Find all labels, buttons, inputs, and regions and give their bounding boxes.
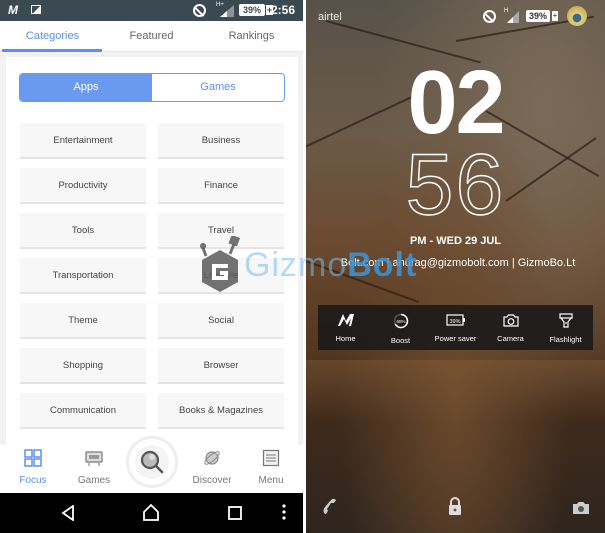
image-icon [31, 5, 41, 14]
battery-saver-icon: 39% [445, 314, 465, 326]
do-not-disturb-icon [193, 4, 206, 17]
nav-focus-label: Focus [19, 475, 47, 486]
wallpaper-water-reflection [306, 360, 605, 420]
phone-icon[interactable] [322, 498, 338, 516]
nav-games-label: Games [77, 475, 111, 486]
lock-icon[interactable] [447, 496, 463, 516]
active-tab-indicator [2, 49, 102, 52]
lock-screen: airtel H 39% + 02 56 PM - WED 29 JUL Bol… [306, 0, 605, 533]
signal-icon [220, 5, 234, 17]
clock-date: PM - WED 29 JUL [409, 235, 502, 247]
tab-featured[interactable]: Featured [101, 30, 202, 42]
user-avatar[interactable] [567, 6, 587, 26]
quick-action-home[interactable]: Home [318, 313, 373, 343]
camera-shortcut-icon[interactable] [572, 501, 590, 515]
nav-focus[interactable]: Focus [3, 449, 63, 486]
quick-action-flashlight[interactable]: Flashlight [538, 313, 593, 344]
app-m-icon: M [8, 3, 18, 17]
category-productivity[interactable]: Productivity [20, 168, 146, 204]
nav-discover-label: Discover [192, 475, 232, 486]
quick-action-boost-label: Boost [390, 336, 411, 345]
search-icon [140, 450, 164, 474]
category-theme[interactable]: Theme [20, 303, 146, 339]
screenshot-composite: M H+ 39% + 2:56 Categories Featured Rank… [0, 0, 605, 533]
quick-action-power-saver[interactable]: 39% Power saver [428, 313, 483, 343]
lock-status-bar: H 39% + [481, 6, 601, 26]
gamepad-icon [85, 451, 103, 466]
quick-action-home-label: Home [335, 334, 356, 343]
home-icon[interactable] [143, 504, 159, 521]
power-saver-value: 39% [449, 319, 460, 325]
signal-icon [507, 11, 519, 23]
do-not-disturb-icon [483, 10, 496, 23]
back-icon[interactable] [61, 505, 75, 521]
top-tabs: Categories Featured Rankings [0, 21, 303, 52]
category-tools[interactable]: Tools [20, 213, 146, 249]
quick-actions-bar: Home 68% Boost 39% Power saver Camera Fl… [318, 305, 593, 350]
nav-menu[interactable]: Menu [241, 449, 301, 486]
owner-info: Bolt.com | anurag@gizmobolt.com | GizmoB… [340, 257, 576, 269]
nav-menu-label: Menu [258, 475, 284, 486]
search-button-inner [135, 445, 169, 479]
m-logo-icon [337, 314, 354, 326]
category-entertainment[interactable]: Entertainment [20, 123, 146, 159]
category-business[interactable]: Business [158, 123, 284, 159]
charging-icon: + [552, 11, 558, 21]
recents-icon[interactable] [228, 506, 242, 520]
system-navigation-bar [0, 493, 303, 533]
category-transportation[interactable]: Transportation [20, 258, 146, 294]
app-store-screen: M H+ 39% + 2:56 Categories Featured Rank… [0, 0, 303, 533]
boost-icon: 68% [393, 313, 408, 329]
grid-icon [24, 449, 42, 467]
category-books-magazines[interactable]: Books & Magazines [158, 393, 284, 429]
quick-action-camera-label: Camera [497, 334, 524, 343]
clock-minute: 56 [405, 137, 506, 233]
quick-action-power-saver-label: Power saver [434, 334, 477, 343]
nav-discover[interactable]: Discover [182, 449, 242, 486]
menu-list-icon [262, 449, 280, 467]
categories-card: Apps Games Entertainment Business Produc… [6, 57, 298, 477]
category-lifestyle[interactable]: Lifestyle [158, 258, 284, 294]
category-travel[interactable]: Travel [158, 213, 284, 249]
carrier-name: airtel [318, 11, 342, 23]
apps-games-toggle: Apps Games [19, 73, 285, 102]
quick-action-camera[interactable]: Camera [483, 313, 538, 343]
search-button[interactable] [126, 436, 178, 488]
clock-hour: 02 [407, 53, 505, 153]
battery-level: 39% [526, 10, 550, 22]
category-shopping[interactable]: Shopping [20, 348, 146, 384]
quick-action-boost[interactable]: 68% Boost [373, 313, 428, 345]
category-communication[interactable]: Communication [20, 393, 146, 429]
quick-action-flashlight-label: Flashlight [549, 335, 582, 344]
planet-icon [204, 451, 220, 465]
category-finance[interactable]: Finance [158, 168, 284, 204]
battery-level: 39% [239, 4, 265, 16]
category-social[interactable]: Social [158, 303, 284, 339]
status-bar: M H+ 39% + 2:56 [0, 0, 303, 21]
apps-segment[interactable]: Apps [20, 74, 152, 101]
flashlight-icon [558, 313, 573, 328]
boost-value: 68% [396, 319, 405, 324]
games-segment[interactable]: Games [152, 74, 284, 101]
tab-categories[interactable]: Categories [2, 30, 103, 42]
tab-rankings[interactable]: Rankings [201, 30, 302, 42]
camera-icon [502, 314, 519, 327]
category-browser[interactable]: Browser [158, 348, 284, 384]
nav-games[interactable]: Games [64, 449, 124, 486]
more-icon[interactable] [282, 504, 286, 520]
status-time: 2:56 [270, 3, 295, 17]
